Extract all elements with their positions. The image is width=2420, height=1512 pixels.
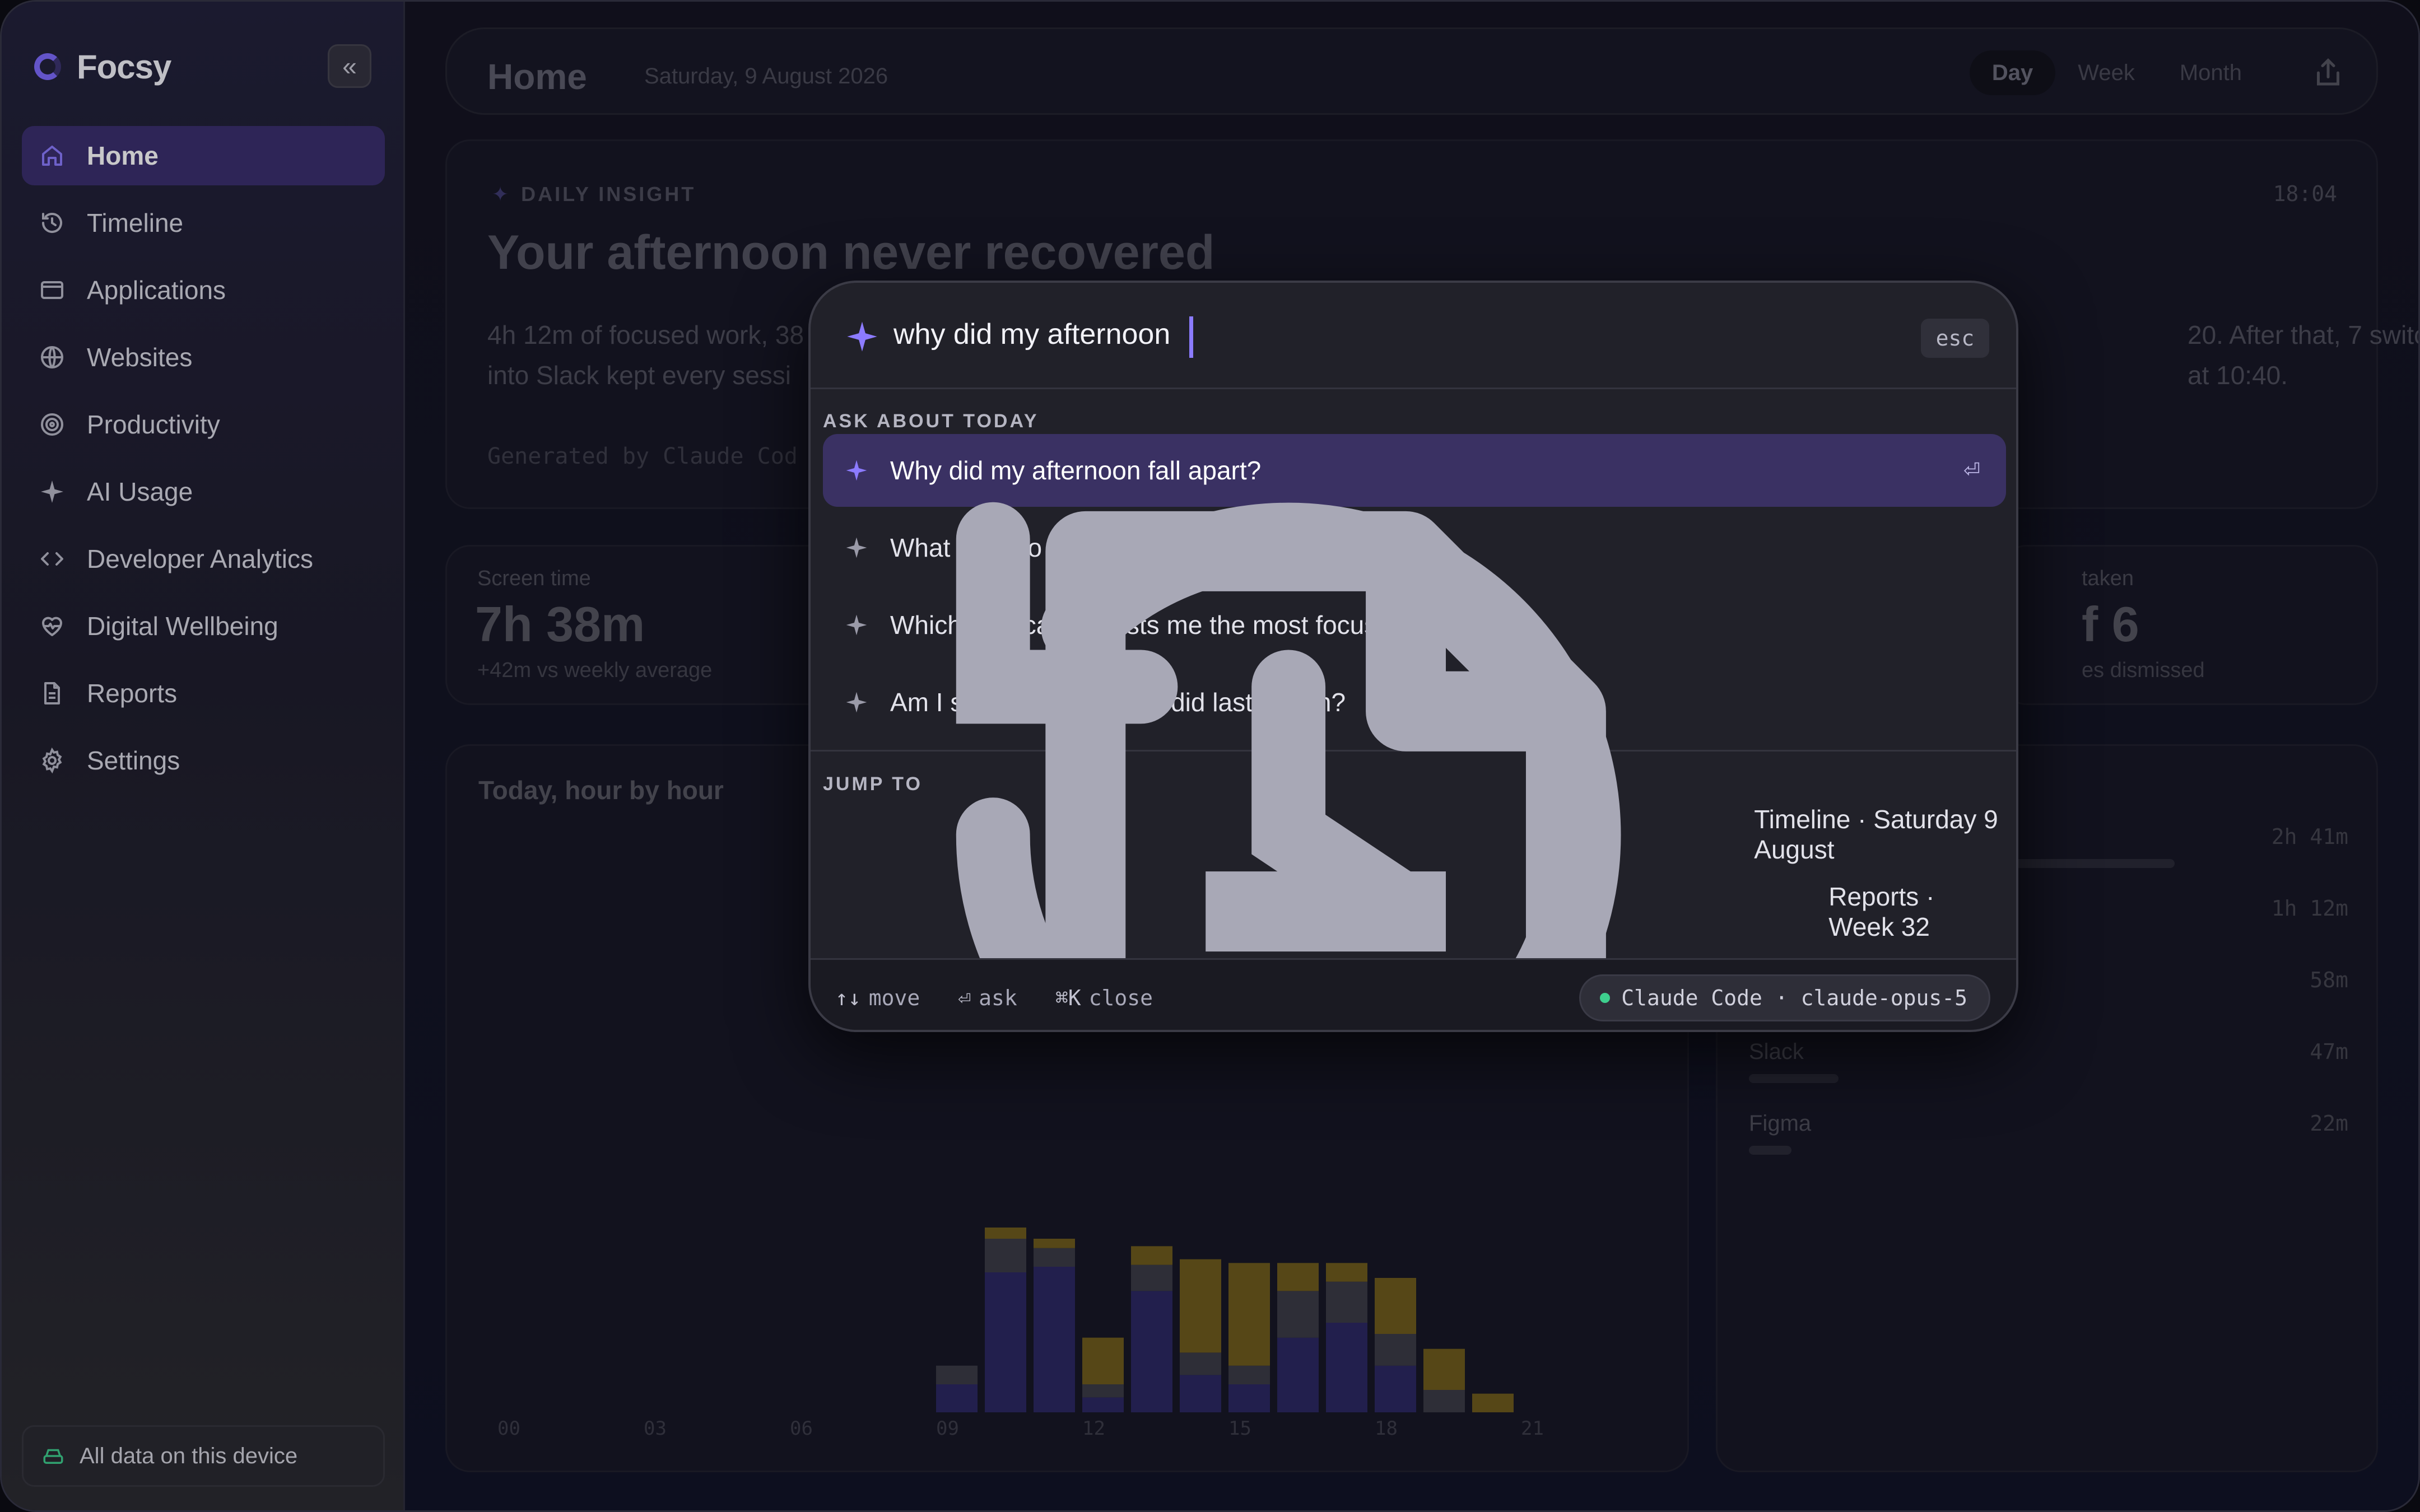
command-palette: why did my afternoon esc ASK ABOUT TODAY… (808, 281, 2018, 1032)
file-icon (1045, 511, 1606, 1030)
hint-ask: ⏎ ask (958, 986, 1017, 1010)
hint-move: ↑↓ move (835, 986, 920, 1010)
sparkle-icon (847, 321, 877, 352)
palette-search-bar[interactable]: why did my afternoon esc (811, 283, 2016, 389)
keyboard-hints: ↑↓ move ⏎ ask ⌘K close (835, 986, 1153, 1010)
status-dot-icon (1600, 993, 1611, 1003)
jump-label: Reports · Week 32 (1828, 882, 1935, 941)
hint-close: ⌘K close (1055, 986, 1153, 1010)
palette-footer: ↑↓ move ⏎ ask ⌘K close Claude Code · claude… (811, 958, 2016, 1030)
enter-icon: ⏎ (1963, 459, 1980, 482)
jump-item-reports[interactable]: Reports · Week 32 (823, 511, 2006, 1030)
model-label: Claude Code · claude-opus-5 (1621, 986, 1967, 1010)
app-window: Focsy « Home Timeline Applications Websi… (0, 0, 2420, 1512)
palette-query-input[interactable]: why did my afternoon (893, 318, 1170, 351)
text-caret (1189, 316, 1193, 358)
esc-key-badge[interactable]: esc (1921, 319, 1989, 358)
model-selector[interactable]: Claude Code · claude-opus-5 (1579, 974, 1990, 1021)
